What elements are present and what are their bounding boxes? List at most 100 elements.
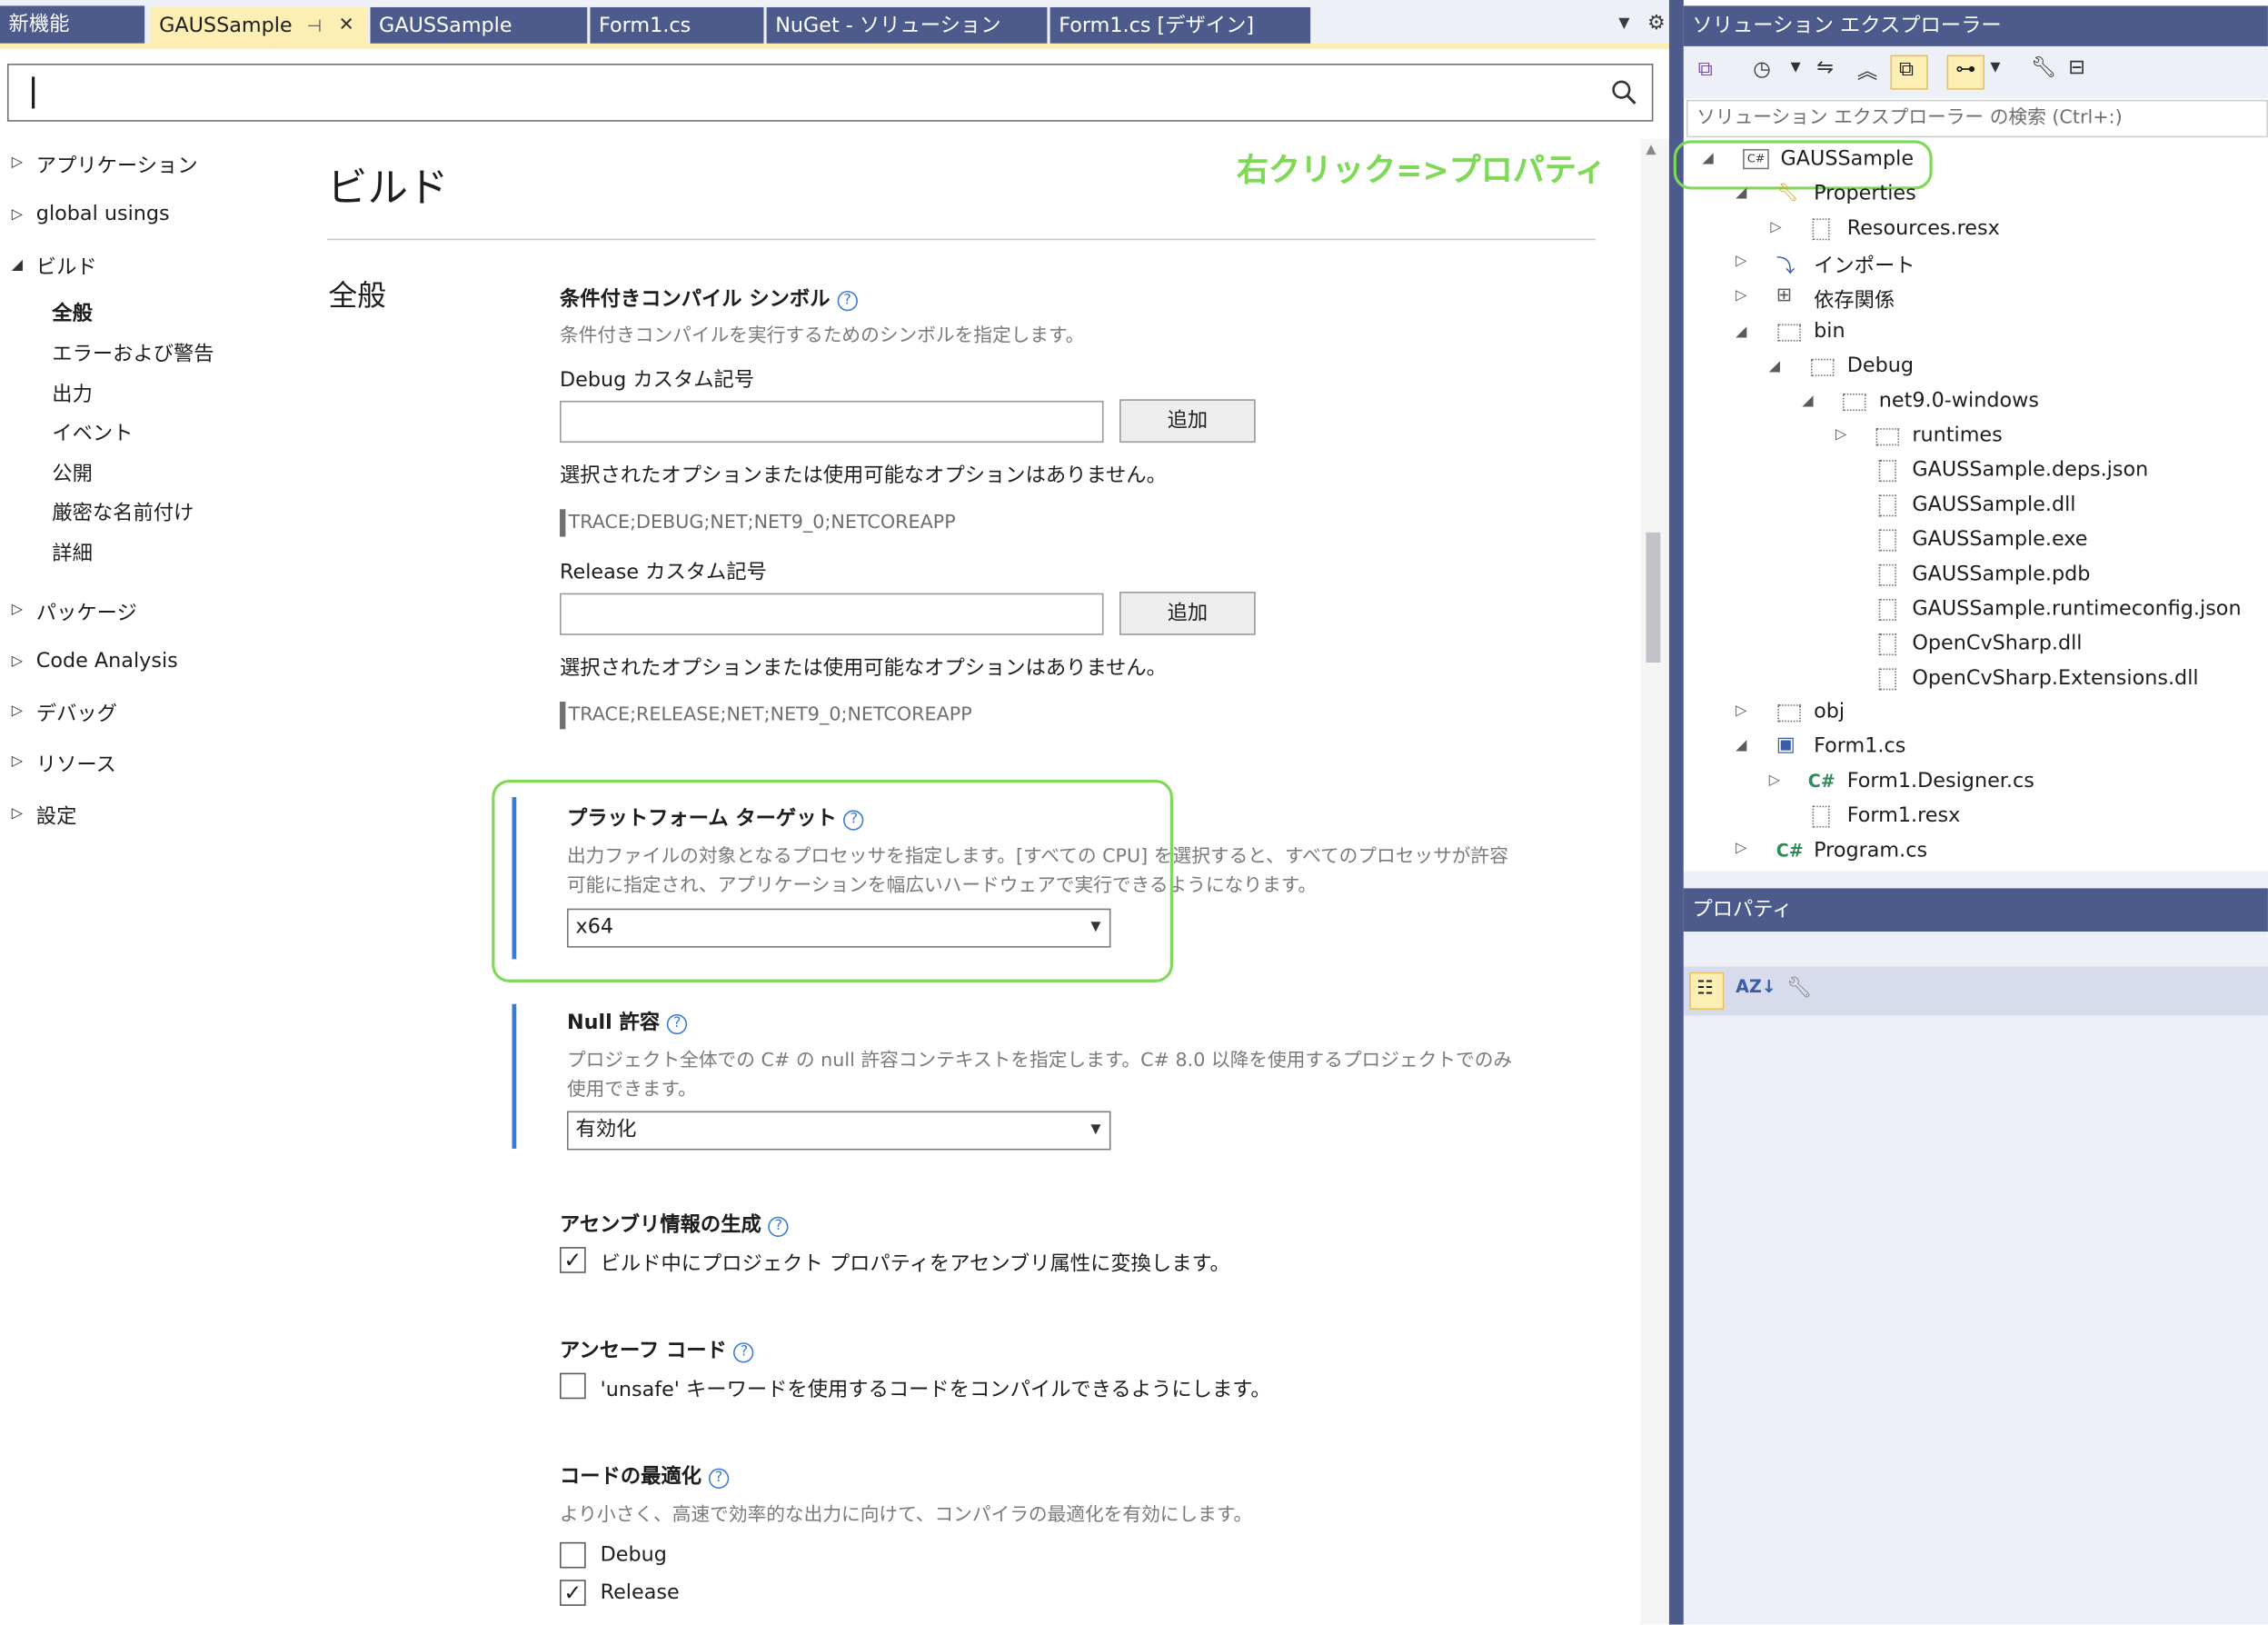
help-icon[interactable]: ? xyxy=(708,1468,730,1489)
main-scrollbar[interactable] xyxy=(1640,138,1669,1625)
scrollbar-thumb[interactable] xyxy=(1646,532,1661,663)
vs-switch-views-icon[interactable]: ⧉ xyxy=(1698,58,1713,81)
nav-subitem-errors-warnings[interactable]: エラーおよび警告 xyxy=(52,338,214,367)
settings-search-input[interactable] xyxy=(6,64,1654,122)
sync-icon[interactable]: ⇋ xyxy=(1816,56,1834,79)
tree-item-net9[interactable]: net9.0-windows xyxy=(1879,389,2039,412)
tab-whats-new[interactable]: 新機能 xyxy=(0,5,145,44)
tree-item-file[interactable]: GAUSSample.pdb xyxy=(1912,563,2090,585)
tab-form1-cs[interactable]: Form1.cs xyxy=(590,6,764,45)
tree-item-obj[interactable]: obj xyxy=(1814,700,1845,723)
expand-icon[interactable]: ▷ xyxy=(12,602,23,618)
tree-item-file[interactable]: OpenCvSharp.dll xyxy=(1912,633,2082,655)
tree-item-file[interactable]: GAUSSample.dll xyxy=(1912,493,2075,516)
expand-icon[interactable]: ▷ xyxy=(1736,254,1746,270)
tree-item-form1-designer[interactable]: Form1.Designer.cs xyxy=(1847,770,2034,793)
expand-icon[interactable]: ▷ xyxy=(1835,427,1846,444)
nav-item-build[interactable]: ビルド xyxy=(36,252,97,281)
help-icon[interactable]: ? xyxy=(768,1216,790,1237)
chevron-down-icon[interactable]: ▼ xyxy=(1990,61,2000,75)
nav-subitem-general[interactable]: 全般 xyxy=(52,298,93,327)
optimize-debug-checkbox[interactable] xyxy=(560,1541,586,1569)
tab-gaussample-active[interactable]: GAUSSample ⊣ ✕ xyxy=(150,6,368,45)
tree-item-bin[interactable]: bin xyxy=(1814,320,1845,343)
tree-item-form1-resx[interactable]: Form1.resx xyxy=(1847,804,1961,827)
nav-subitem-events[interactable]: イベント xyxy=(52,418,133,447)
help-icon[interactable]: ? xyxy=(733,1342,755,1363)
debug-add-button[interactable]: 追加 xyxy=(1119,399,1256,444)
nav-subitem-strong-naming[interactable]: 厳密な名前付け xyxy=(52,498,194,527)
nav-item-package[interactable]: パッケージ xyxy=(36,597,137,626)
gear-icon[interactable]: ⚙ xyxy=(1647,12,1666,35)
tree-item-file[interactable]: GAUSSample.exe xyxy=(1912,528,2087,551)
expand-icon[interactable]: ▷ xyxy=(12,155,23,171)
collapse-all-icon[interactable]: ︽ xyxy=(1857,56,1877,85)
nullable-select[interactable]: 有効化 ▼ xyxy=(566,1111,1111,1151)
collapse-icon[interactable]: ◢ xyxy=(12,257,23,274)
wrench-icon[interactable]: 🔧︎ xyxy=(2031,56,2056,79)
tree-item-resources[interactable]: Resources.resx xyxy=(1847,217,2000,240)
collapse-icon[interactable]: ◢ xyxy=(1736,324,1746,341)
solution-explorer-search[interactable]: ソリューション エクスプローラー の検索 (Ctrl+:) xyxy=(1686,99,2268,138)
tab-form1-design[interactable]: Form1.cs [デザイン] xyxy=(1049,6,1311,45)
tree-item-imports[interactable]: インポート xyxy=(1814,250,1915,279)
tree-item-file[interactable]: GAUSSample.runtimeconfig.json xyxy=(1912,597,2241,620)
expand-icon[interactable]: ▷ xyxy=(12,753,23,770)
optimize-release-checkbox[interactable]: ✓ xyxy=(560,1580,586,1606)
tab-nuget[interactable]: NuGet - ソリューション xyxy=(766,6,1048,45)
panel-splitter[interactable] xyxy=(1683,871,2268,889)
expand-icon[interactable]: ▷ xyxy=(12,703,23,720)
wrench-icon[interactable]: 🔧︎ xyxy=(1786,976,1812,999)
tree-item-file[interactable]: GAUSSample.deps.json xyxy=(1912,459,2148,482)
expand-icon[interactable]: ▷ xyxy=(12,806,23,822)
nav-subitem-advanced[interactable]: 詳細 xyxy=(52,538,93,567)
tab-overflow-icon[interactable]: ▼ xyxy=(1618,16,1629,33)
expand-icon[interactable]: ▷ xyxy=(12,207,23,224)
release-add-button[interactable]: 追加 xyxy=(1119,592,1256,635)
alphabetical-icon[interactable]: AZ↓ xyxy=(1736,976,1776,996)
tree-item-debug[interactable]: Debug xyxy=(1847,354,1914,377)
nav-item-global-usings[interactable]: global usings xyxy=(36,203,170,225)
nav-item-resources[interactable]: リソース xyxy=(36,750,116,779)
expand-icon[interactable]: ▷ xyxy=(1736,703,1746,720)
preview-icon[interactable]: ⊟ xyxy=(2068,56,2085,79)
panel-divider[interactable] xyxy=(1668,0,1684,1625)
view-toggle-button[interactable]: ⊶ xyxy=(1946,55,1984,90)
expand-icon[interactable]: ▷ xyxy=(12,653,23,670)
chevron-down-icon[interactable]: ▼ xyxy=(1791,61,1801,75)
tree-item-runtimes[interactable]: runtimes xyxy=(1912,424,2002,446)
history-icon[interactable]: ◷ xyxy=(1753,58,1770,81)
nav-subitem-output[interactable]: 出力 xyxy=(52,379,93,408)
tree-item-properties[interactable]: Properties xyxy=(1814,183,1916,205)
tree-item-program[interactable]: Program.cs xyxy=(1814,839,1927,862)
collapse-icon[interactable]: ◢ xyxy=(1736,738,1746,754)
collapse-icon[interactable]: ◢ xyxy=(1736,185,1746,202)
collapse-icon[interactable]: ◢ xyxy=(1802,394,1813,410)
expand-icon[interactable]: ▷ xyxy=(1770,220,1781,236)
show-all-files-button[interactable]: ⧉ xyxy=(1890,55,1928,90)
assembly-info-checkbox[interactable]: ✓ xyxy=(560,1247,586,1273)
unsafe-code-checkbox[interactable] xyxy=(560,1372,586,1400)
search-icon[interactable] xyxy=(1611,80,1637,106)
tree-item-form1[interactable]: Form1.cs xyxy=(1814,735,1905,758)
properties-object-selector[interactable] xyxy=(1683,932,2268,967)
collapse-icon[interactable]: ◢ xyxy=(1769,359,1780,375)
nav-subitem-publish[interactable]: 公開 xyxy=(52,459,93,488)
tab-gaussample[interactable]: GAUSSample xyxy=(370,6,588,45)
tree-item-file[interactable]: OpenCvSharp.Extensions.dll xyxy=(1912,667,2198,690)
expand-icon[interactable]: ▷ xyxy=(1736,841,1746,857)
nav-item-settings[interactable]: 設定 xyxy=(36,802,77,831)
help-icon[interactable]: ? xyxy=(837,290,858,312)
tree-item-dependencies[interactable]: 依存関係 xyxy=(1814,285,1895,314)
categorized-button[interactable]: ☷ xyxy=(1689,972,1725,1011)
help-icon[interactable]: ? xyxy=(667,1013,688,1035)
debug-symbols-input[interactable] xyxy=(560,400,1104,444)
expand-icon[interactable]: ▷ xyxy=(1736,288,1746,304)
nav-item-code-analysis[interactable]: Code Analysis xyxy=(36,650,178,673)
close-icon[interactable]: ✕ xyxy=(338,7,353,45)
release-symbols-input[interactable] xyxy=(560,593,1104,635)
nav-item-application[interactable]: アプリケーション xyxy=(36,151,198,180)
expand-icon[interactable]: ▷ xyxy=(1769,773,1780,789)
pin-icon[interactable]: ⊣ xyxy=(306,7,322,45)
nav-item-debug[interactable]: デバッグ xyxy=(36,699,117,728)
